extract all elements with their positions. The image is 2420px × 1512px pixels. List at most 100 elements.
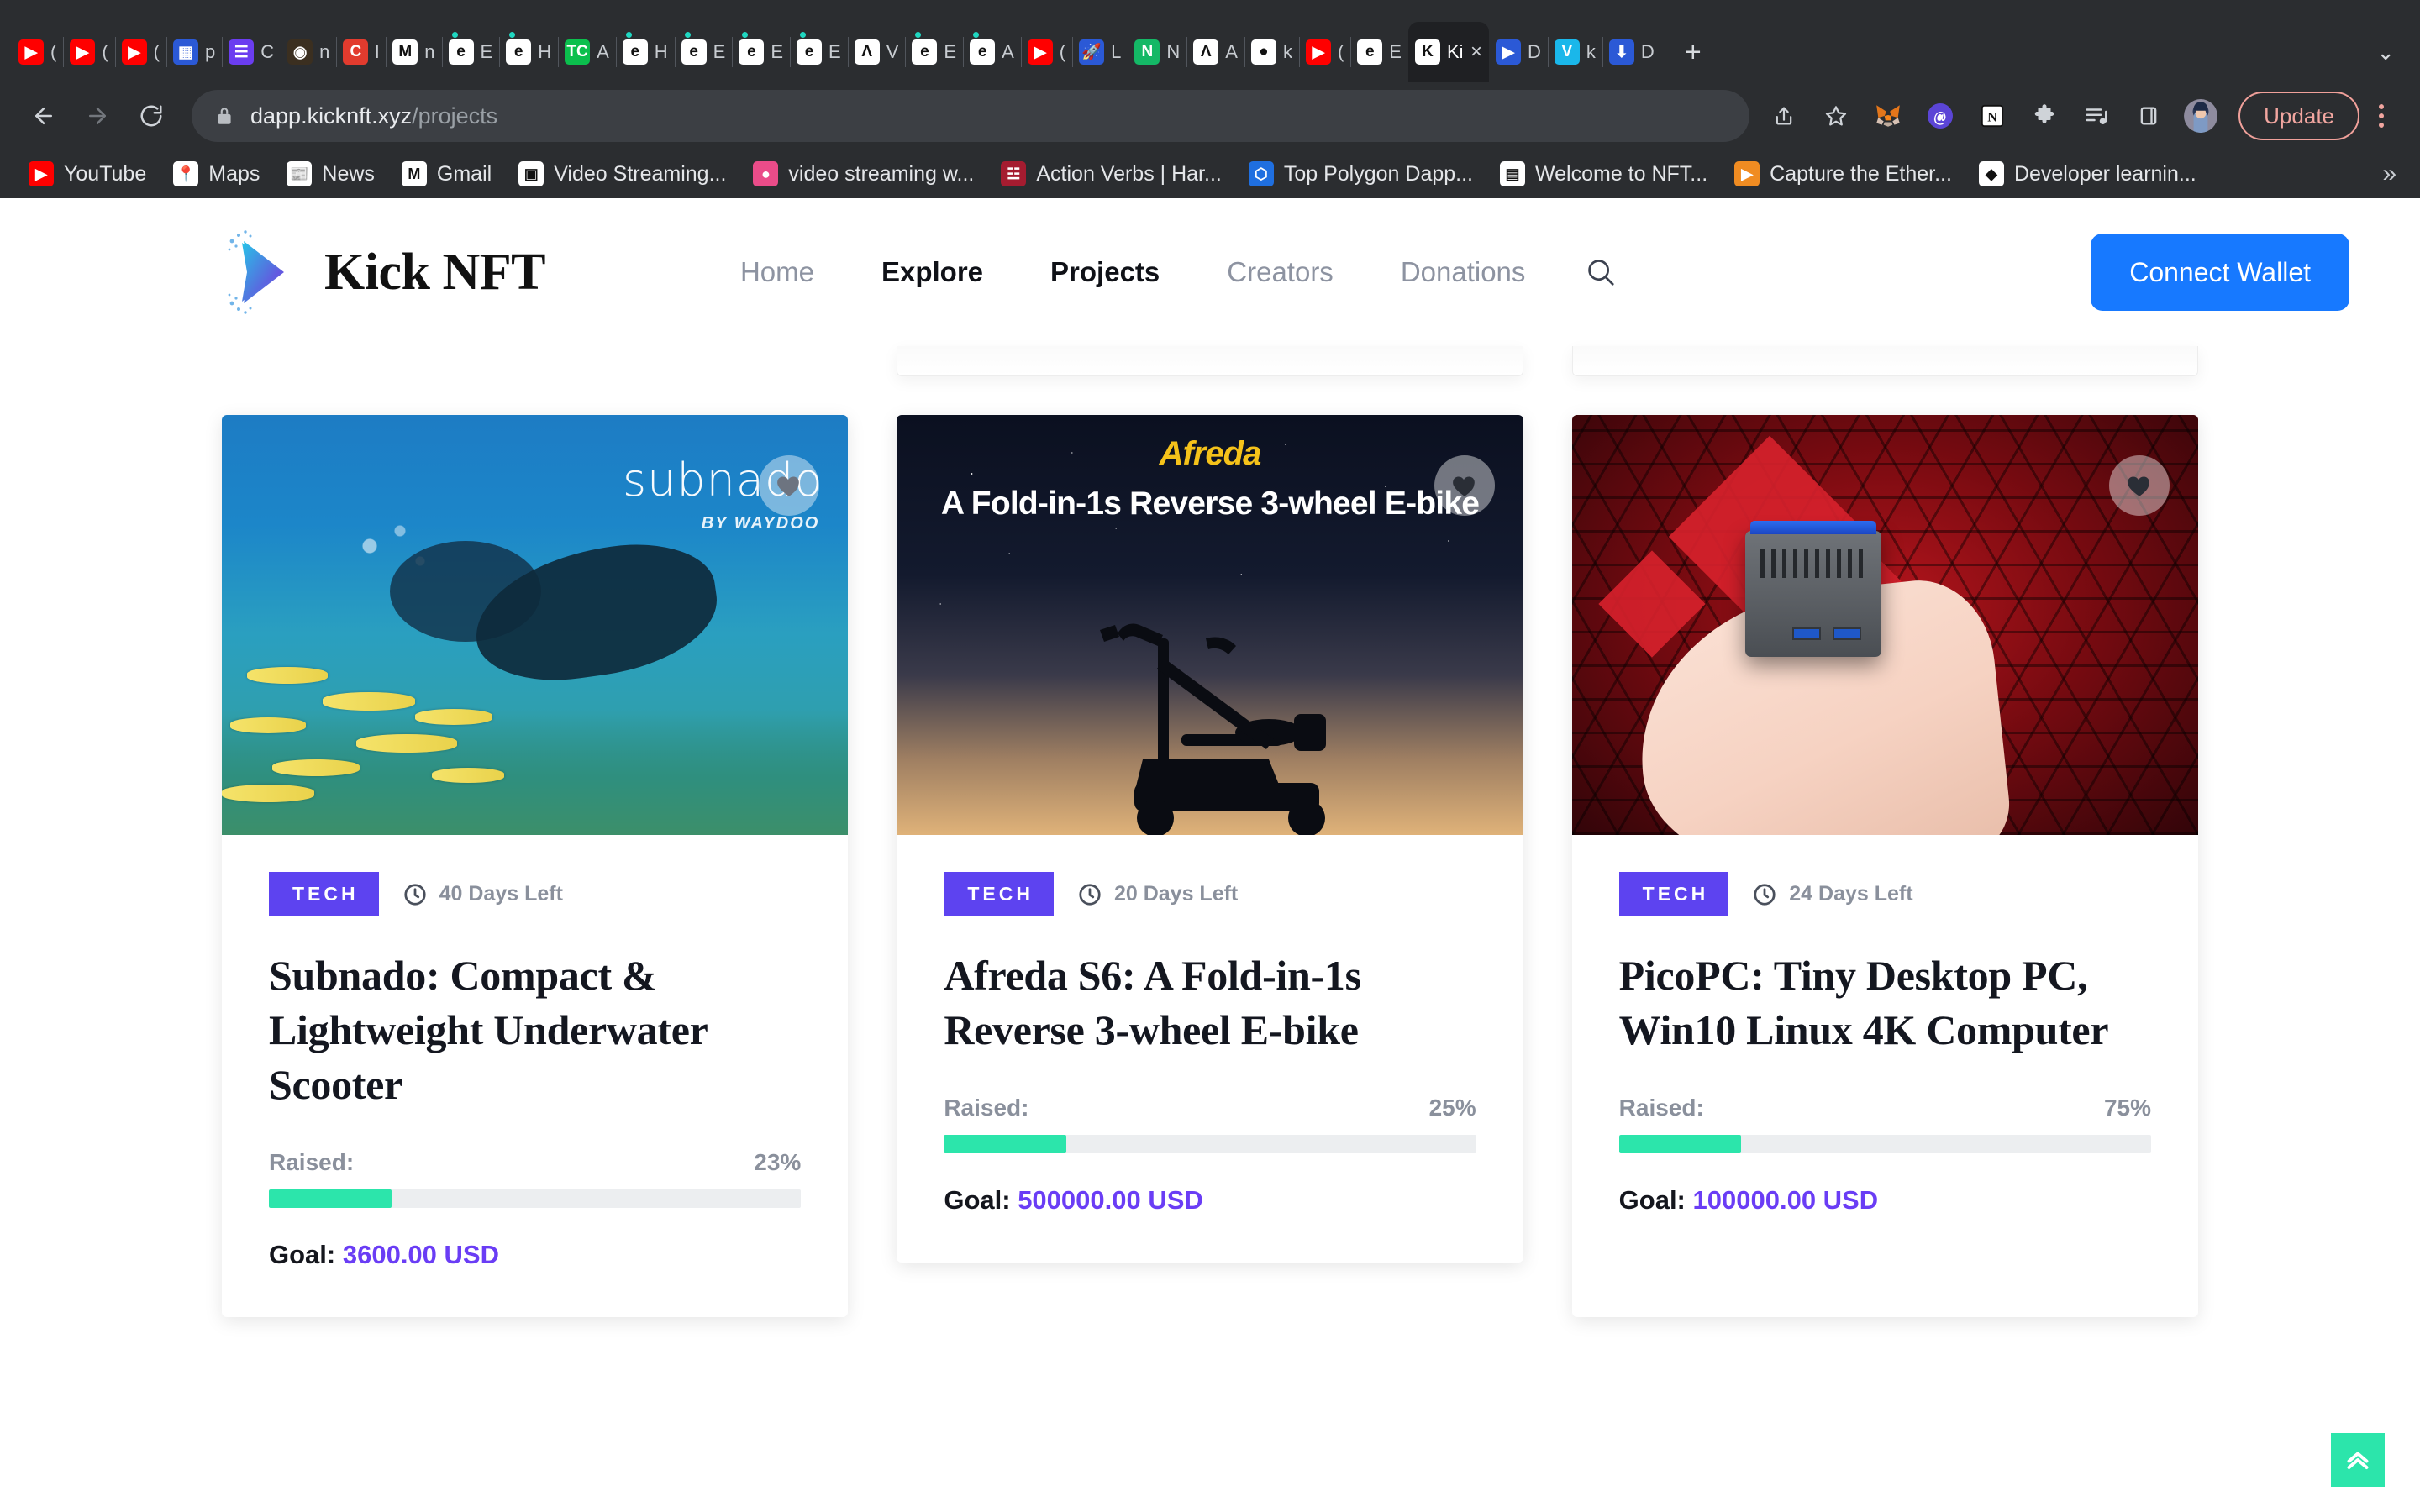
project-title[interactable]: Afreda S6: A Fold-in-1s Reverse 3-wheel … xyxy=(944,948,1476,1058)
chrome-menu-button[interactable] xyxy=(2360,90,2403,142)
tab-title: k xyxy=(1586,41,1596,62)
project-title[interactable]: PicoPC: Tiny Desktop PC, Win10 Linux 4K … xyxy=(1619,948,2151,1058)
goal-amount: 3600.00 USD xyxy=(342,1240,499,1269)
update-button[interactable]: Update xyxy=(2238,92,2360,140)
tab[interactable]: ▶( xyxy=(114,22,166,82)
tab[interactable]: Cl xyxy=(336,22,386,82)
tab-title: L xyxy=(1111,41,1122,62)
project-card[interactable]: Afreda A Fold-in-1s Reverse 3-wheel E-bi… xyxy=(897,415,1523,1263)
bookmark-item[interactable]: 📍 Maps xyxy=(160,154,273,194)
tab[interactable]: ● k xyxy=(1244,22,1299,82)
bookmark-item[interactable]: ▤ Welcome to NFT... xyxy=(1486,154,1721,194)
nav-item-home[interactable]: Home xyxy=(707,256,848,288)
tab[interactable]: eA xyxy=(963,22,1021,82)
category-badge[interactable]: TECH xyxy=(944,872,1054,916)
profile-avatar[interactable] xyxy=(2175,90,2227,142)
favorite-heart-icon[interactable] xyxy=(759,455,820,516)
tab[interactable]: ▶ D xyxy=(1489,22,1548,82)
tab[interactable]: eH xyxy=(499,22,558,82)
category-badge[interactable]: TECH xyxy=(1618,872,1729,916)
notion-extension-icon[interactable]: N xyxy=(1966,90,2018,142)
tab-active[interactable]: K Kic × xyxy=(1407,22,1489,82)
tab[interactable]: ▶( xyxy=(12,22,63,82)
goal-row: Goal: 3600.00 USD xyxy=(269,1240,801,1270)
vimeo-icon: V xyxy=(1554,39,1580,65)
nav-item-explore[interactable]: Explore xyxy=(848,256,1017,288)
bookmark-item[interactable]: M Gmail xyxy=(388,154,505,194)
tab[interactable]: eE xyxy=(790,22,848,82)
card-edge[interactable] xyxy=(1571,346,2198,376)
bookmark-item[interactable]: ◆ Developer learnin... xyxy=(1965,154,2210,194)
bookmarks-overflow-button[interactable]: » xyxy=(2382,160,2405,188)
search-icon[interactable] xyxy=(1577,249,1624,296)
project-card[interactable]: subnado BY WAYDOO TECH 40 Days Left Subn… xyxy=(222,415,849,1317)
days-left-text: 20 Days Left xyxy=(1113,882,1239,906)
project-image[interactable]: Afreda A Fold-in-1s Reverse 3-wheel E-bi… xyxy=(897,415,1523,835)
tab[interactable]: ⬇ D xyxy=(1602,22,1661,82)
project-title[interactable]: Subnado: Compact & Lightweight Underwate… xyxy=(269,948,801,1112)
extensions-puzzle-icon[interactable] xyxy=(2018,90,2070,142)
tab[interactable]: eH xyxy=(615,22,675,82)
category-badge[interactable]: TECH xyxy=(269,872,379,916)
fish xyxy=(415,709,492,725)
nav-item-donations[interactable]: Donations xyxy=(1367,256,1560,288)
chevron-down-icon[interactable]: ⌄ xyxy=(2376,39,2395,66)
tab[interactable]: ☰ C xyxy=(222,22,281,82)
phantom-wallet-extension-icon[interactable] xyxy=(1914,90,1966,142)
bookmark-item[interactable]: ▣ Video Streaming... xyxy=(505,154,739,194)
goal-amount: 500000.00 USD xyxy=(1018,1185,1203,1215)
tab[interactable]: Mn xyxy=(386,22,441,82)
scroll-to-top-button[interactable] xyxy=(2331,1433,2385,1487)
side-panel-icon[interactable] xyxy=(2123,90,2175,142)
project-image[interactable]: XDO xyxy=(1571,415,2198,835)
share-icon[interactable] xyxy=(1758,90,1810,142)
tab[interactable]: NN xyxy=(1128,22,1186,82)
tab[interactable]: eE xyxy=(905,22,963,82)
forward-button[interactable] xyxy=(71,89,124,143)
tab-strip: ▶(▶(▶(▦ p ☰ C ◉ n Cl Mn e Ee H TC Ae He Ee Ee E Λ Ve Ee A ▶(🚀… xyxy=(0,0,2420,82)
tab[interactable]: eE xyxy=(674,22,733,82)
bookmark-label: Action Verbs | Har... xyxy=(1036,161,1222,186)
clock-icon xyxy=(404,883,426,906)
tab-audio-indicator xyxy=(915,32,922,38)
nav-item-creators[interactable]: Creators xyxy=(1193,256,1367,288)
tab-title: C xyxy=(260,41,275,62)
new-tab-button[interactable]: + xyxy=(1670,29,1717,76)
tab[interactable]: ΛV xyxy=(847,22,906,82)
bookmark-item[interactable]: ● video streaming w... xyxy=(739,154,987,194)
connect-wallet-button[interactable]: Connect Wallet xyxy=(2091,234,2349,311)
metamask-extension-icon[interactable] xyxy=(1862,90,1914,142)
reload-button[interactable] xyxy=(124,89,178,143)
back-button[interactable] xyxy=(17,89,71,143)
playlist-icon[interactable] xyxy=(2070,90,2123,142)
project-card[interactable]: XDO xyxy=(1571,415,2198,1317)
tab[interactable]: eE xyxy=(1350,22,1408,82)
tab[interactable]: ▶( xyxy=(1020,22,1072,82)
bookmark-label: News xyxy=(322,161,375,186)
bookmark-star-icon[interactable] xyxy=(1810,90,1862,142)
favorite-heart-icon[interactable] xyxy=(2108,455,2170,516)
site-logo[interactable]: Kick NFT xyxy=(225,226,545,318)
close-icon[interactable]: × xyxy=(1470,40,1482,64)
tab[interactable]: ◉ n xyxy=(281,22,336,82)
tab[interactable]: Vk xyxy=(1547,22,1602,82)
tab[interactable]: eE xyxy=(441,22,500,82)
nav-item-projects[interactable]: Projects xyxy=(1017,256,1193,288)
card-edge[interactable] xyxy=(897,346,1523,376)
project-image[interactable]: subnado BY WAYDOO xyxy=(222,415,849,835)
tab[interactable]: ▶( xyxy=(63,22,114,82)
bookmark-item[interactable]: ☳ Action Verbs | Har... xyxy=(987,154,1234,194)
bookmark-item[interactable]: ▶ Capture the Ether... xyxy=(1721,154,1965,194)
tab[interactable]: ▦ p xyxy=(166,22,222,82)
tab[interactable]: eE xyxy=(732,22,790,82)
bookmark-item[interactable]: 📰 News xyxy=(273,154,388,194)
fish xyxy=(356,734,457,753)
tab[interactable]: ΛA xyxy=(1186,22,1244,82)
address-bar[interactable]: dapp.kicknft.xyz/projects xyxy=(192,90,1750,142)
favorite-heart-icon[interactable] xyxy=(1434,455,1495,516)
tab[interactable]: 🚀 L xyxy=(1072,22,1128,82)
tab[interactable]: ▶( xyxy=(1298,22,1350,82)
bookmark-item[interactable]: ⬡ Top Polygon Dapp... xyxy=(1235,154,1486,194)
bookmark-item[interactable]: ▶ YouTube xyxy=(15,154,160,194)
tab[interactable]: TC A xyxy=(558,22,616,82)
